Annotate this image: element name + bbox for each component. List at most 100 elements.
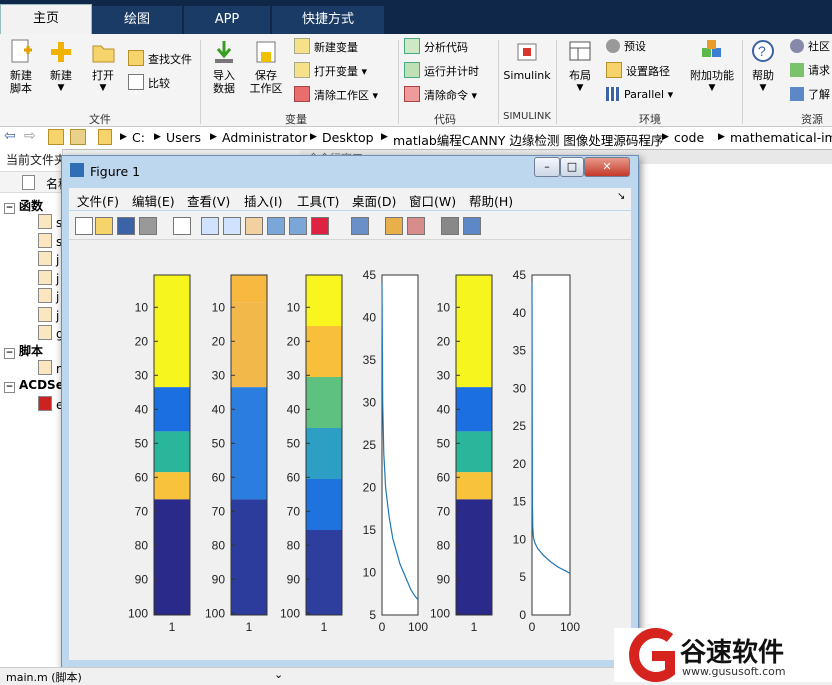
run-and-time-button[interactable]: 运行并计时	[404, 62, 479, 80]
brush-icon[interactable]	[311, 217, 329, 235]
gear-icon	[606, 39, 620, 53]
tree-group[interactable]: − ACDSe	[4, 378, 64, 393]
hide-plot-icon[interactable]	[441, 217, 459, 235]
y-tick-label: 90	[437, 572, 451, 586]
list-item[interactable]: s	[38, 214, 62, 230]
help-button[interactable]: ? 帮助 ▼	[746, 38, 780, 95]
y-tick-label: 50	[212, 436, 226, 450]
clear-workspace-button[interactable]: 清除工作区 ▾	[294, 86, 378, 104]
community-button[interactable]: 社区	[790, 38, 830, 56]
pan-icon[interactable]	[245, 217, 263, 235]
back-icon[interactable]: ⇦	[4, 128, 16, 144]
collapse-icon[interactable]: −	[4, 348, 15, 359]
breadcrumb-item[interactable]: Users	[166, 130, 201, 145]
menu-item[interactable]: 桌面(D)	[352, 191, 396, 210]
menu-item[interactable]: 查看(V)	[187, 191, 230, 210]
list-item[interactable]: j	[38, 251, 59, 267]
list-item[interactable]: s	[38, 232, 62, 249]
heatmap-cell	[306, 428, 342, 479]
list-item[interactable]: j	[38, 288, 59, 304]
breadcrumb-item[interactable]: C:	[132, 130, 145, 145]
data-cursor-icon[interactable]	[289, 217, 307, 235]
menu-item[interactable]: 帮助(H)	[469, 191, 513, 210]
open-button[interactable]: 打开 ▼	[86, 38, 120, 95]
layout-button[interactable]: 布局 ▼	[562, 38, 598, 95]
import-data-button[interactable]: 导入 数据	[206, 38, 242, 95]
figure-canvas[interactable]: 10 20 30 40 50 60 70 80 90 100 1 10 20 30 40 50 60 70 80 90…	[69, 240, 631, 660]
menu-item[interactable]: 文件(F)	[77, 191, 119, 210]
file-icon	[38, 396, 52, 411]
preferences-button[interactable]: 预设	[606, 38, 646, 56]
addons-button[interactable]: 附加功能 ▼	[688, 38, 736, 95]
analyze-code-button[interactable]: 分析代码	[404, 38, 468, 56]
y-tick-label: 90	[135, 572, 149, 586]
tab-shortcuts[interactable]: 快捷方式	[272, 6, 384, 34]
new-icon[interactable]	[75, 217, 93, 235]
tree-group[interactable]: − 函数	[4, 197, 43, 214]
zoom-in-icon[interactable]	[201, 217, 219, 235]
save-workspace-button[interactable]: 保存 工作区	[246, 38, 286, 95]
command-window[interactable]	[640, 164, 832, 664]
up-folder-icon[interactable]	[48, 129, 64, 145]
panel-title: 当前文件夹	[6, 153, 67, 167]
dock-icon[interactable]: ↘	[617, 191, 625, 202]
figure-title-bar[interactable]: Figure 1 – □ ✕	[62, 156, 638, 186]
simulink-button[interactable]: Simulink	[502, 38, 552, 82]
zoom-out-icon[interactable]	[223, 217, 241, 235]
x-tick-label: 100	[408, 620, 428, 634]
breadcrumb-item[interactable]: Desktop	[322, 130, 374, 145]
link-icon[interactable]	[351, 217, 369, 235]
tab-apps[interactable]: APP	[184, 6, 270, 34]
menu-item[interactable]: 工具(T)	[297, 191, 339, 210]
forward-icon[interactable]: ⇨	[24, 128, 36, 144]
group-environment-label: 环境	[639, 113, 661, 126]
menu-item[interactable]: 编辑(E)	[132, 191, 175, 210]
menu-item[interactable]: 插入(I)	[244, 191, 282, 210]
open-icon[interactable]	[95, 217, 113, 235]
rotate-icon[interactable]	[267, 217, 285, 235]
tree-group[interactable]: − 脚本	[4, 342, 43, 359]
folder-icon	[98, 129, 112, 145]
list-item[interactable]: j	[38, 306, 59, 323]
find-files-button[interactable]: 查找文件	[128, 50, 192, 68]
legend-icon[interactable]	[407, 217, 425, 235]
request-support-button[interactable]: 请求	[790, 62, 830, 80]
tab-plots[interactable]: 绘图	[92, 6, 182, 34]
open-variable-button[interactable]: 打开变量 ▾	[294, 62, 367, 80]
collapse-icon[interactable]: −	[4, 382, 15, 393]
tab-home[interactable]: 主页	[0, 4, 92, 35]
print-icon[interactable]	[139, 217, 157, 235]
colorbar-icon[interactable]	[385, 217, 403, 235]
compare-button[interactable]: 比较	[128, 74, 170, 92]
heatmap-cell	[306, 479, 342, 530]
collapse-icon[interactable]: −	[4, 203, 15, 214]
close-button[interactable]: ✕	[584, 157, 630, 177]
list-item[interactable]: j	[38, 269, 59, 286]
new-button[interactable]: 新建 ▼	[44, 38, 78, 95]
chevron-down-icon[interactable]: ⌄	[274, 668, 283, 681]
learn-button[interactable]: 了解	[790, 86, 830, 104]
breadcrumb-item[interactable]: Administrator	[222, 130, 307, 145]
heatmap-cell	[154, 499, 190, 615]
list-item[interactable]: e	[38, 396, 63, 412]
maximize-button[interactable]: □	[560, 157, 584, 177]
show-plot-icon[interactable]	[463, 217, 481, 235]
clear-commands-button[interactable]: 清除命令 ▾	[404, 86, 477, 104]
menu-item[interactable]: 窗口(W)	[409, 191, 456, 210]
y-tick-label: 30	[513, 381, 527, 395]
pointer-icon[interactable]	[173, 217, 191, 235]
breadcrumb-separator-icon: ▶	[662, 132, 669, 142]
set-path-button[interactable]: 设置路径	[606, 62, 670, 80]
save-icon[interactable]	[117, 217, 135, 235]
breadcrumb-item[interactable]: matlab编程CANNY 边缘检测 图像处理源码程序	[393, 130, 663, 149]
parallel-button[interactable]: Parallel ▾	[606, 86, 673, 104]
heatmap-cell	[154, 472, 190, 500]
list-item[interactable]: g	[38, 325, 64, 341]
breadcrumb-item[interactable]: mathematical-imag	[730, 130, 832, 145]
breadcrumb-item[interactable]: code	[674, 130, 704, 145]
new-script-button[interactable]: 新建 脚本	[4, 38, 38, 95]
new-variable-button[interactable]: 新建变量	[294, 38, 358, 56]
browse-folder-icon[interactable]	[70, 129, 86, 145]
group-variable-label: 变量	[285, 113, 307, 126]
minimize-button[interactable]: –	[534, 157, 560, 177]
